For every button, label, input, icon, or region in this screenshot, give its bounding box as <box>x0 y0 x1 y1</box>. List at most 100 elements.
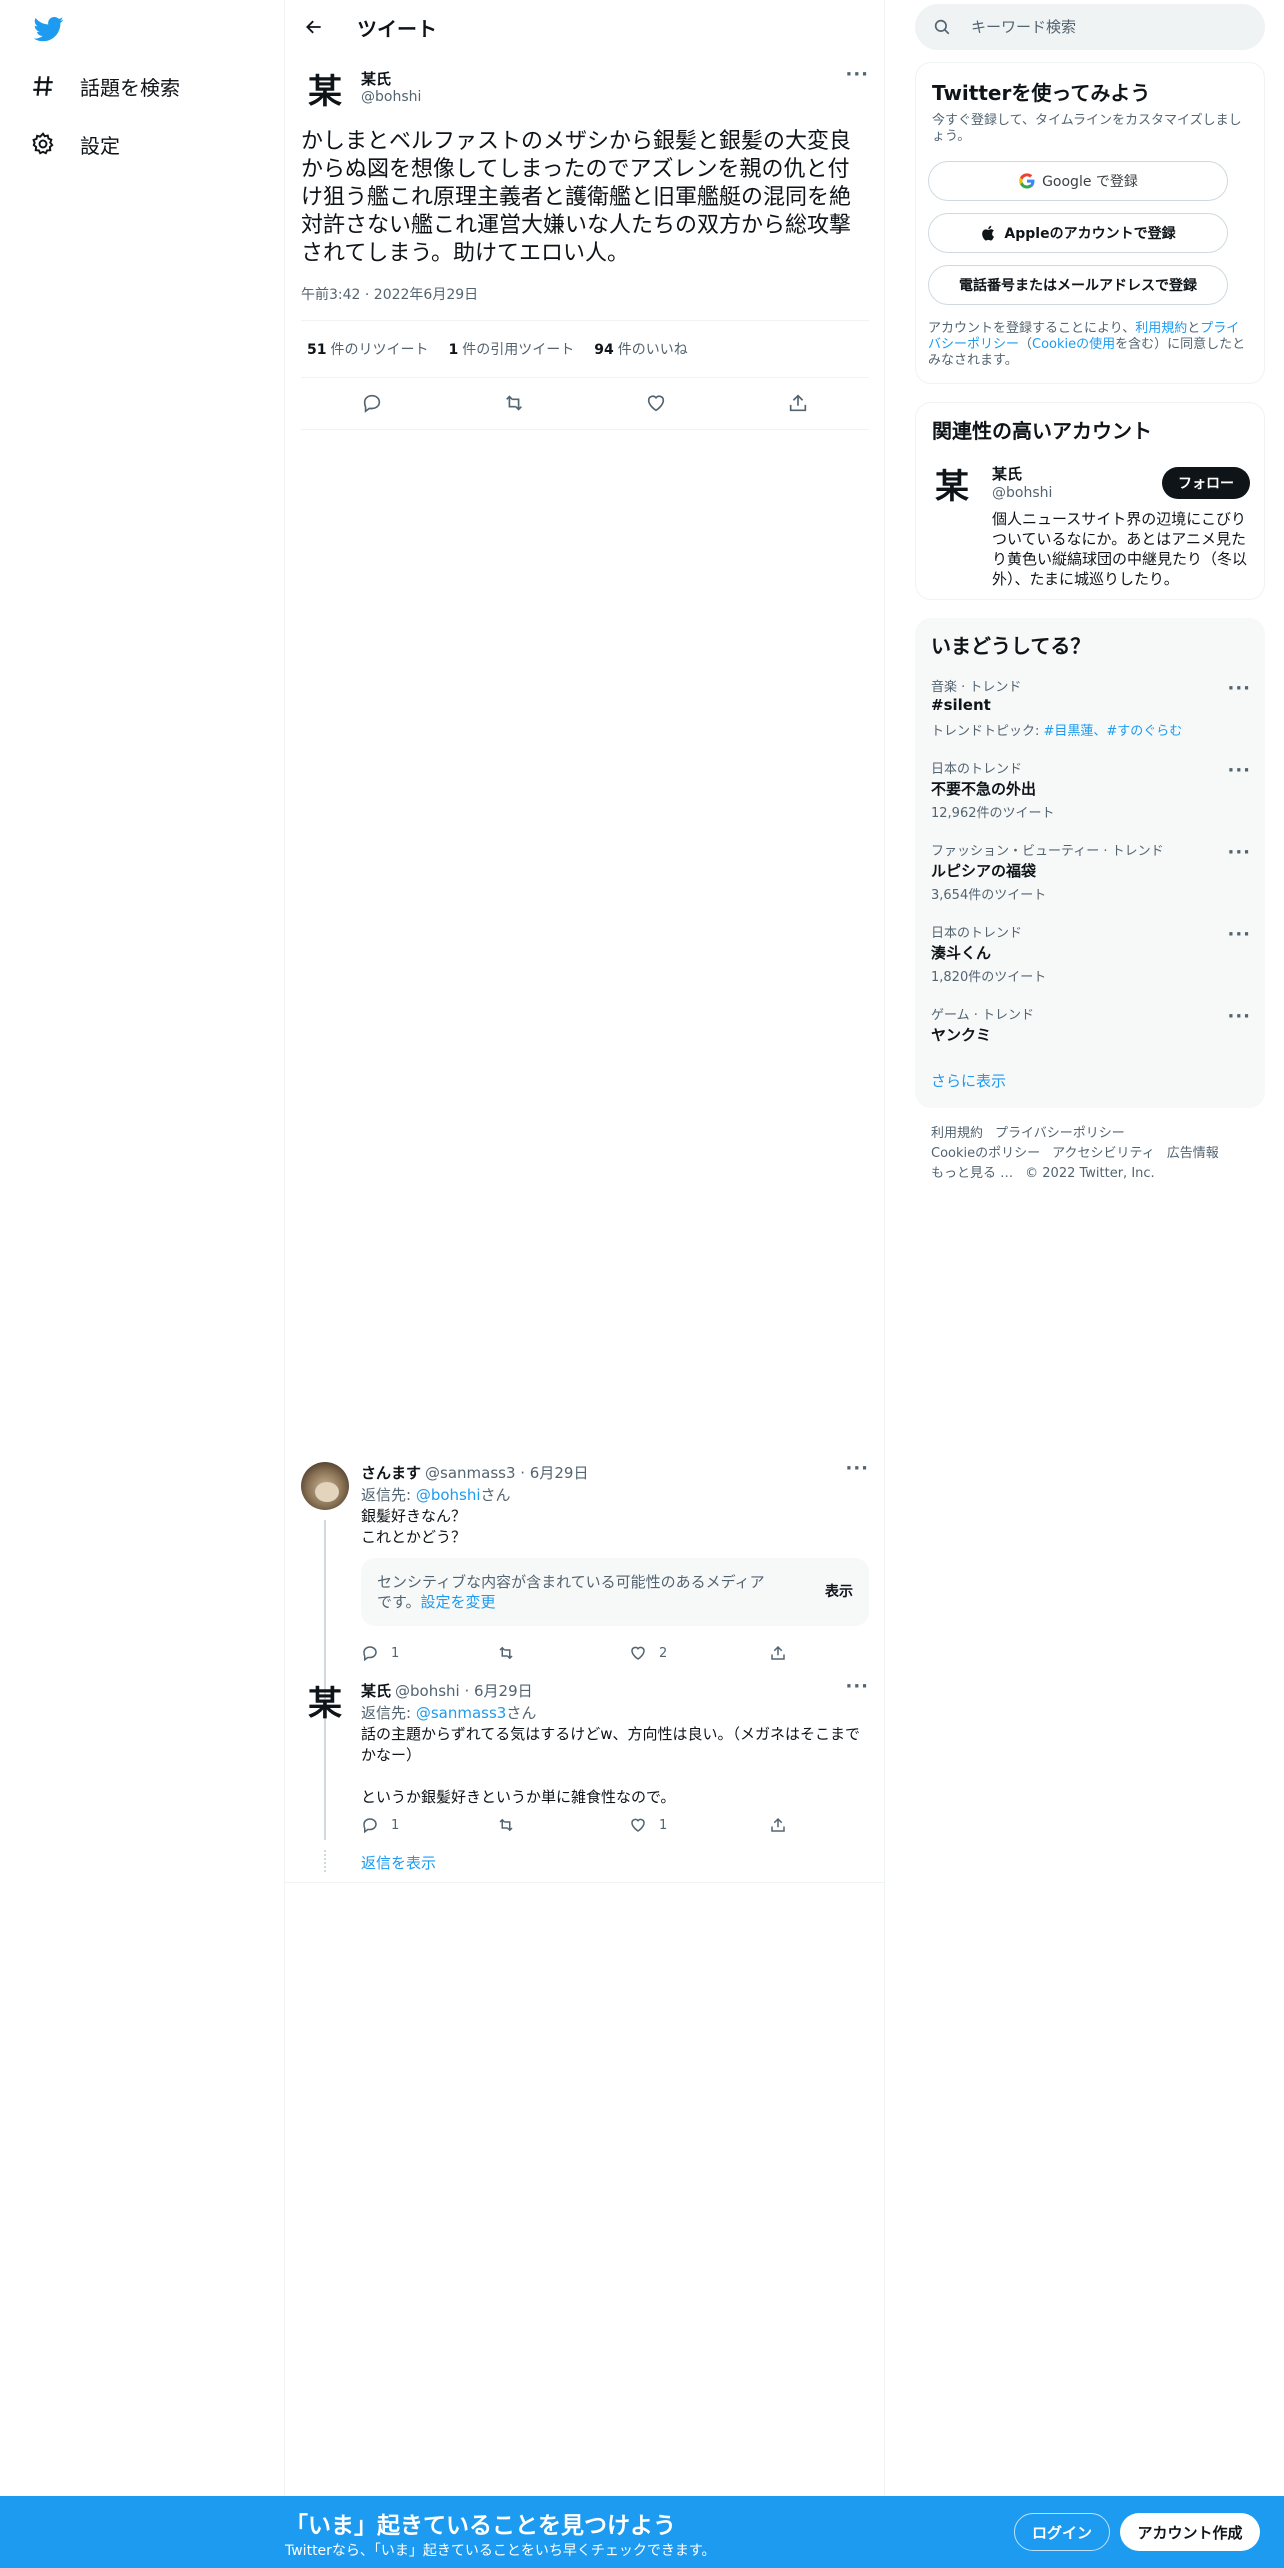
twitter-bird-icon[interactable] <box>32 14 66 44</box>
trend-item[interactable]: 日本のトレンド 湊斗くん 1,820件のツイート ··· <box>915 922 1265 1004</box>
retweet-button[interactable] <box>497 1816 527 1834</box>
login-button[interactable]: ログイン <box>1014 2513 1110 2551</box>
trend-item[interactable]: 音楽 · トレンド #silent トレンドトピック: #目黒蓮、#すのぐらむ … <box>915 676 1265 758</box>
terms-text: アカウントを登録することにより、 <box>928 321 1136 336</box>
trend-name: 不要不急の外出 <box>931 780 1037 798</box>
trend-category: ファッション・ビューティー · トレンド <box>931 844 1164 859</box>
share-button[interactable] <box>769 1644 799 1662</box>
like-count: 2 <box>659 1645 668 1661</box>
footer-ads-link[interactable]: 広告情報 <box>1167 1146 1219 1161</box>
trend-item[interactable]: 日本のトレンド 不要不急の外出 12,962件のツイート ··· <box>915 758 1265 840</box>
author-handle-date[interactable]: @bohshi · 6月29日 <box>395 1682 533 1700</box>
google-signup-label: Google で登録 <box>1042 174 1138 190</box>
follow-button[interactable]: フォロー <box>1162 467 1250 499</box>
avatar[interactable]: 某 <box>301 1680 349 1728</box>
signup-panel: Twitterを使ってみよう 今すぐ登録して、タイムラインをカスタマイズしましょ… <box>915 62 1265 384</box>
nav-explore[interactable]: 話題を検索 <box>30 66 180 106</box>
cookie-link[interactable]: Cookieの使用 <box>1032 337 1115 352</box>
search-input[interactable] <box>971 14 1241 40</box>
footer-more-link[interactable]: もっと見る … <box>931 1166 1013 1181</box>
more-options-icon[interactable]: ··· <box>1227 1006 1251 1027</box>
google-signup-button[interactable]: Google で登録 <box>928 161 1228 201</box>
avatar[interactable]: 某 <box>301 68 349 116</box>
retweet-icon[interactable] <box>503 392 527 416</box>
share-icon[interactable] <box>787 392 811 416</box>
hashtag-icon <box>33 76 53 96</box>
quote-stat[interactable]: 1 件の引用ツイート <box>448 339 574 359</box>
show-replies-link[interactable]: 返信を表示 <box>361 1852 436 1873</box>
apple-signup-button[interactable]: Appleのアカウントで登録 <box>928 213 1228 253</box>
reply-button[interactable]: 1 <box>361 1816 399 1834</box>
reply-button[interactable]: 1 <box>361 1644 399 1662</box>
footer-privacy-link[interactable]: プライバシーポリシー <box>995 1126 1125 1141</box>
author-name[interactable]: さんます <box>361 1464 421 1482</box>
footer-cookie-link[interactable]: Cookieのポリシー <box>931 1146 1040 1161</box>
signup-button[interactable]: アカウント作成 <box>1120 2513 1260 2551</box>
nav-settings[interactable]: 設定 <box>30 124 120 164</box>
tweet-actions <box>301 378 869 430</box>
main-column: ツイート 某 某氏 @bohshi ··· かしまとベルファストのメザシから銀髪… <box>285 0 885 2496</box>
retweet-button[interactable] <box>497 1644 527 1662</box>
like-icon[interactable] <box>645 392 669 416</box>
reply-to-line: 返信先: @sanmass3さん <box>361 1702 536 1723</box>
share-button[interactable] <box>769 1816 799 1834</box>
related-title: 関連性の高いアカウント <box>932 419 1152 443</box>
reply-to-line: 返信先: @bohshiさん <box>361 1484 511 1505</box>
reply-tweet: 某 某氏 @bohshi · 6月29日 ··· 返信先: @sanmass3さん… <box>301 1676 869 1850</box>
more-options-icon[interactable]: ··· <box>1227 842 1251 863</box>
tweet-timestamp[interactable]: 午前3:42 · 2022年6月29日 <box>301 284 478 304</box>
phone-email-signup-button[interactable]: 電話番号またはメールアドレスで登録 <box>928 265 1228 305</box>
more-options-icon[interactable]: ··· <box>1227 924 1251 945</box>
retweet-icon <box>499 1818 513 1832</box>
show-more-link[interactable]: さらに表示 <box>931 1070 1006 1091</box>
like-button[interactable]: 2 <box>629 1644 667 1662</box>
search-bar[interactable] <box>915 4 1265 50</box>
reply-count: 1 <box>391 1645 400 1661</box>
account-bio: 個人ニュースサイト界の辺境にこびりついているなにか。あとはアニメ見たり黄色い縦縞… <box>992 510 1248 588</box>
retweet-stat[interactable]: 51 件のリツイート <box>307 339 428 359</box>
avatar[interactable]: 某 <box>928 463 976 511</box>
like-button[interactable]: 1 <box>629 1816 667 1834</box>
apple-icon <box>982 225 995 241</box>
left-sidebar: 話題を検索 設定 <box>0 0 285 2496</box>
show-media-button[interactable]: 表示 <box>825 1581 853 1601</box>
like-icon <box>631 1818 645 1832</box>
author-handle[interactable]: @bohshi <box>361 89 421 105</box>
like-stat[interactable]: 94 件のいいね <box>594 339 687 359</box>
more-options-icon[interactable]: ··· <box>845 64 869 85</box>
reply-actions: 1 2 <box>361 1644 791 1668</box>
reply-icon[interactable] <box>361 392 385 416</box>
author-name[interactable]: 某氏 <box>361 1682 391 1700</box>
reply-to-link[interactable]: @sanmass3 <box>416 1704 507 1722</box>
more-options-icon[interactable]: ··· <box>845 1458 869 1479</box>
terms-link[interactable]: 利用規約 <box>1135 321 1187 336</box>
back-button[interactable] <box>299 12 329 42</box>
bottom-signup-bar: 「いま」起きていることを見つけよう Twitterなら、「いま」起きていることを… <box>0 2496 1284 2568</box>
trend-item[interactable]: ファッション・ビューティー · トレンド ルピシアの福袋 3,654件のツイート… <box>915 840 1265 922</box>
reply-to-link[interactable]: @bohshi <box>416 1486 481 1504</box>
share-icon <box>771 1645 785 1660</box>
avatar[interactable] <box>301 1462 349 1510</box>
footer-terms-link[interactable]: 利用規約 <box>931 1126 983 1141</box>
more-options-icon[interactable]: ··· <box>1227 760 1251 781</box>
account-name[interactable]: 某氏 <box>992 463 1022 484</box>
related-accounts-panel: 関連性の高いアカウント 某 某氏 @bohshi フォロー 個人ニュースサイト界… <box>915 402 1265 600</box>
reply-header: 某氏 @bohshi · 6月29日 <box>361 1680 533 1701</box>
trend-topic-links[interactable]: #目黒蓮、#すのぐらむ <box>1044 724 1183 739</box>
account-handle[interactable]: @bohshi <box>992 485 1052 501</box>
more-options-icon[interactable]: ··· <box>1227 678 1251 699</box>
trend-name: ヤンクミ <box>931 1026 992 1044</box>
reply-to-prefix: 返信先: <box>361 1486 416 1504</box>
change-settings-link[interactable]: 設定を変更 <box>421 1593 496 1611</box>
nav-settings-label: 設定 <box>80 133 120 158</box>
author-name[interactable]: 某氏 <box>361 68 391 89</box>
trend-tweet-count: 1,820件のツイート <box>931 970 1047 985</box>
more-options-icon[interactable]: ··· <box>845 1676 869 1697</box>
retweet-count: 51 <box>307 342 327 358</box>
reply-to-suffix: さん <box>506 1704 537 1722</box>
like-count: 94 <box>594 342 614 358</box>
footer-accessibility-link[interactable]: アクセシビリティ <box>1052 1146 1155 1161</box>
trend-topic-prefix: トレンドトピック: <box>931 724 1044 739</box>
reply-text: 話の主題からずれてる気はするけどw、方向性は良い。（メガネはそこまでかなー） と… <box>361 1725 861 1806</box>
author-handle-date[interactable]: @sanmass3 · 6月29日 <box>425 1464 588 1482</box>
